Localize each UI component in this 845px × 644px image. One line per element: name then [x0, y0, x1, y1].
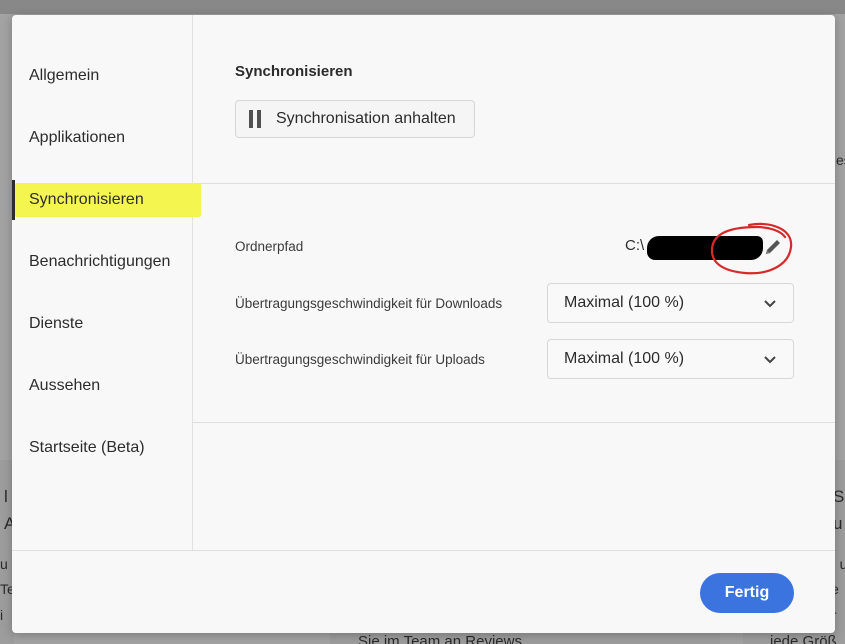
- download-speed-value: Maximal (100 %): [564, 294, 685, 311]
- sidebar-item-label: Benachrichtigungen: [29, 253, 171, 270]
- download-speed-label: Übertragungsgeschwindigkeit für Download…: [235, 296, 503, 311]
- pause-sync-button[interactable]: Synchronisation anhalten: [235, 100, 475, 138]
- upload-speed-label: Übertragungsgeschwindigkeit für Uploads: [235, 352, 485, 367]
- background-text: l: [4, 487, 8, 506]
- sidebar-item-startseite-beta[interactable]: Startseite (Beta): [12, 428, 192, 468]
- sidebar-item-label: Allgemein: [29, 67, 100, 84]
- sidebar-item-synchronisieren[interactable]: Synchronisieren: [12, 180, 201, 220]
- sidebar-item-label: Applikationen: [29, 129, 126, 146]
- sidebar-item-label: Startseite (Beta): [29, 439, 145, 456]
- preferences-content: Synchronisieren Synchronisation anhalten…: [193, 15, 835, 550]
- chevron-down-icon: [764, 356, 776, 364]
- background-text: i: [0, 607, 4, 623]
- pencil-icon[interactable]: [762, 236, 784, 258]
- upload-speed-value: Maximal (100 %): [564, 350, 685, 367]
- dialog-footer: Fertig: [12, 550, 835, 633]
- sidebar-item-benachrichtigungen[interactable]: Benachrichtigungen: [12, 242, 192, 282]
- folder-path-value: C:\: [625, 237, 645, 254]
- redaction-mark: [647, 236, 763, 260]
- sidebar-item-label: Synchronisieren: [29, 191, 144, 208]
- sidebar-item-applikationen[interactable]: Applikationen: [12, 118, 192, 158]
- section-title: Synchronisieren: [235, 63, 353, 80]
- pause-sync-label: Synchronisation anhalten: [276, 110, 456, 127]
- sidebar-item-allgemein[interactable]: Allgemein: [12, 56, 192, 96]
- background-text: u: [0, 556, 8, 572]
- sidebar-item-aussehen[interactable]: Aussehen: [12, 366, 192, 406]
- sync-header-section: Synchronisieren Synchronisation anhalten: [193, 15, 835, 184]
- download-speed-select[interactable]: Maximal (100 %): [547, 283, 794, 323]
- chevron-down-icon: [764, 300, 776, 308]
- sync-settings-section: Ordnerpfad C:\ Übertragungsgeschwindigke…: [193, 184, 835, 423]
- folder-path-label: Ordnerpfad: [235, 239, 304, 254]
- sidebar-item-label: Aussehen: [29, 377, 101, 394]
- background-top-bar: [0, 0, 845, 14]
- pause-icon: [248, 110, 262, 128]
- preferences-dialog: Allgemein Applikationen Synchronisieren …: [12, 15, 835, 633]
- preferences-sidebar: Allgemein Applikationen Synchronisieren …: [12, 15, 201, 550]
- sidebar-item-label: Dienste: [29, 315, 84, 332]
- upload-speed-select[interactable]: Maximal (100 %): [547, 339, 794, 379]
- sidebar-item-dienste[interactable]: Dienste: [12, 304, 192, 344]
- background-text: Sie im Team an Reviews: [358, 633, 522, 644]
- done-button[interactable]: Fertig: [700, 573, 794, 613]
- background-text: jede Größ: [770, 633, 837, 644]
- background-text: es: [836, 152, 845, 168]
